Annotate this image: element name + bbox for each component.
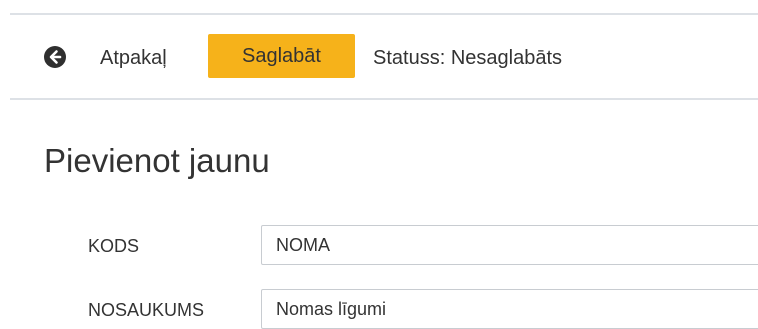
page-title: Pievienot jaunu	[44, 142, 270, 179]
save-button[interactable]: Saglabāt	[208, 34, 355, 78]
top-divider	[10, 13, 758, 15]
code-input[interactable]	[261, 225, 758, 265]
toolbar: Atpakaļ Saglabāt Statuss: Nesaglabāts	[0, 16, 758, 98]
back-link[interactable]: Atpakaļ	[100, 46, 167, 70]
name-label: NOSAUKUMS	[88, 300, 205, 320]
status-text: Statuss: Nesaglabāts	[373, 47, 562, 69]
toolbar-divider	[10, 98, 758, 100]
name-input[interactable]	[261, 289, 758, 329]
code-label: KODS	[88, 236, 140, 256]
arrow-left-circle-icon[interactable]	[43, 45, 67, 69]
